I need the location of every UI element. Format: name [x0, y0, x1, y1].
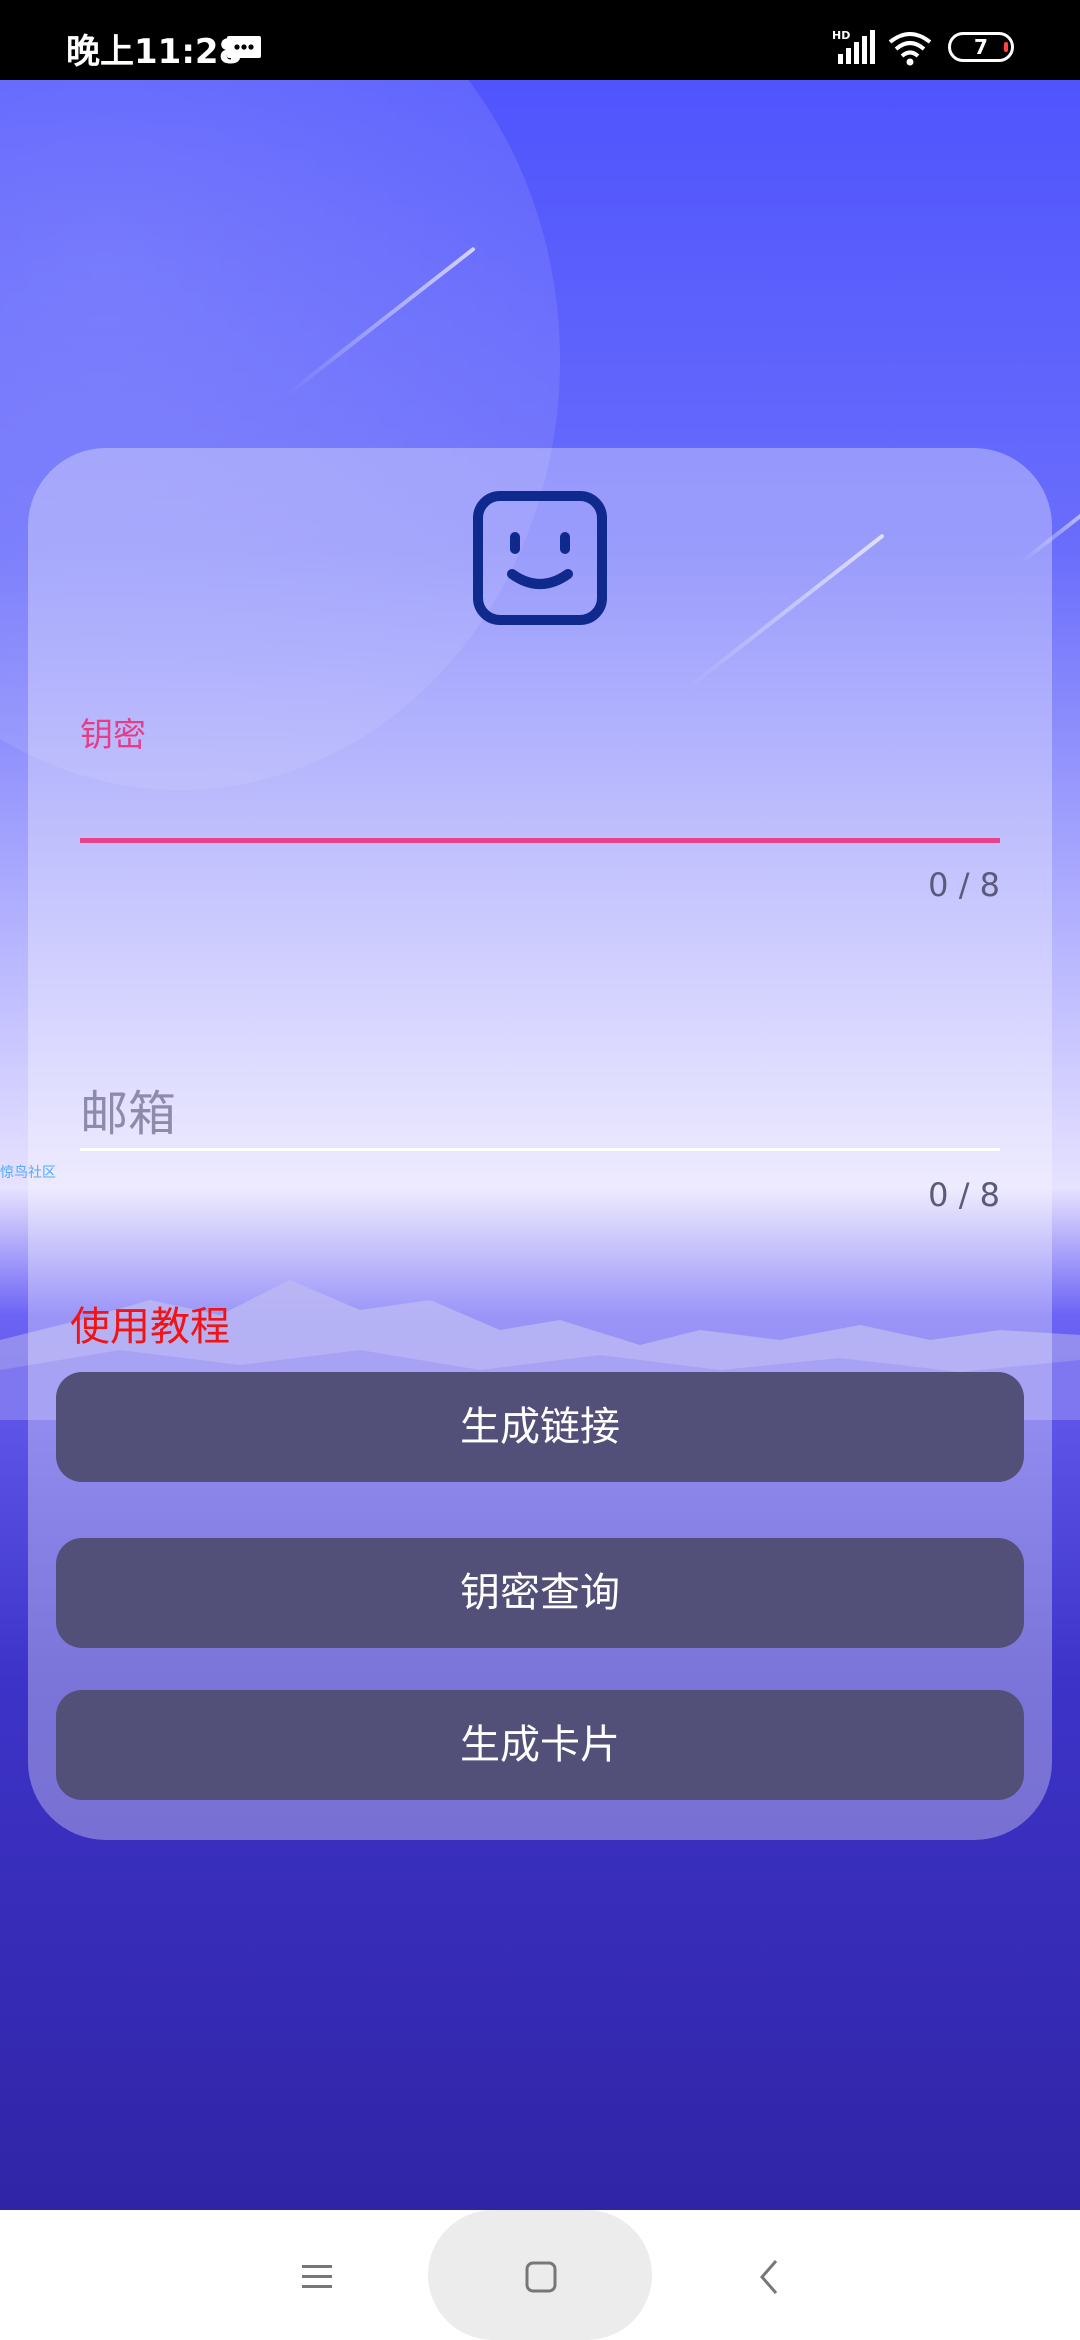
generate-link-button[interactable]: 生成链接: [56, 1372, 1024, 1482]
query-key-button[interactable]: 钥密查询: [56, 1538, 1024, 1648]
email-input[interactable]: 邮箱: [80, 1074, 176, 1144]
tutorial-link[interactable]: 使用教程: [70, 1294, 230, 1352]
status-bar: 晚上11:28 HD 7: [0, 0, 1080, 80]
smiley-face-icon: [473, 491, 607, 625]
watermark-text: 惊鸟社区: [0, 1165, 56, 1181]
status-time: 晚上11:28: [66, 32, 243, 72]
hd-signal-icon: HD: [832, 29, 875, 64]
key-char-counter: 0 / 8: [928, 866, 1000, 904]
svg-text:HD: HD: [832, 29, 850, 42]
email-char-counter: 0 / 8: [928, 1176, 1000, 1214]
navigation-bar: [0, 2210, 1080, 2340]
generate-card-button[interactable]: 生成卡片: [56, 1690, 1024, 1800]
email-input-underline: [80, 1148, 1000, 1151]
key-input[interactable]: [80, 748, 1000, 838]
battery-level: 7: [974, 35, 988, 59]
message-icon: [227, 36, 261, 63]
menu-icon[interactable]: [300, 2260, 334, 2294]
form-card: 钥密 0 / 8 邮箱 0 / 8 使用教程 生成链接 钥密查询 生成卡片: [28, 448, 1052, 1840]
wifi-icon: [888, 32, 932, 66]
home-icon[interactable]: [524, 2260, 558, 2294]
key-input-underline: [80, 838, 1000, 843]
back-icon[interactable]: [754, 2258, 784, 2296]
battery-icon: 7: [948, 32, 1014, 62]
